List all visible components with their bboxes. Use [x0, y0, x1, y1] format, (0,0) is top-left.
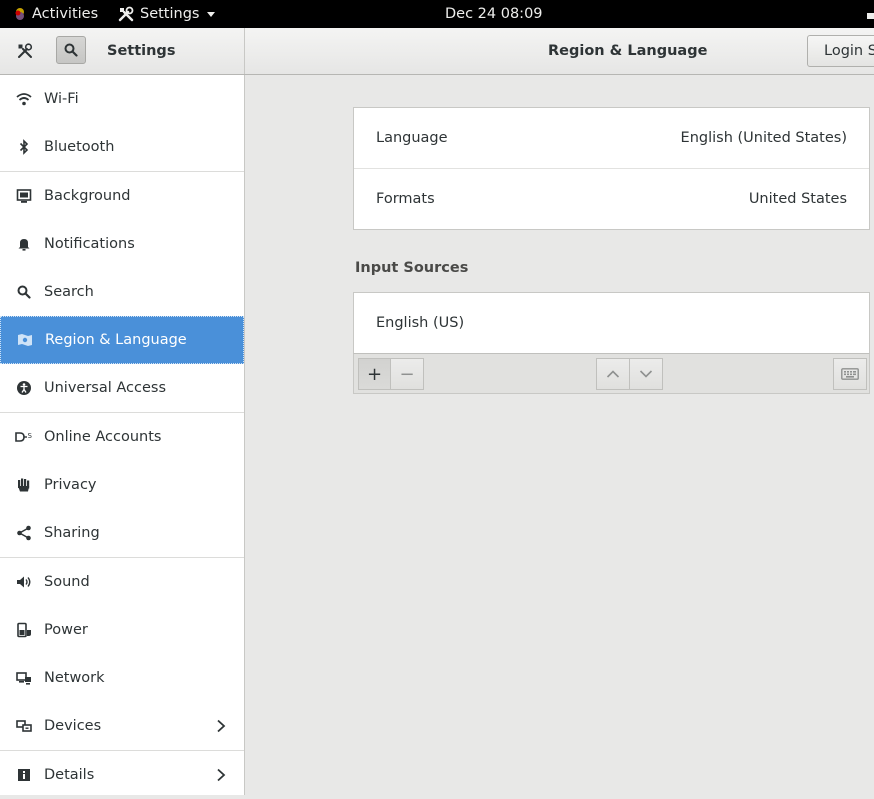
- activities-label: Activities: [32, 6, 99, 22]
- sidebar-item-network[interactable]: Network: [0, 654, 244, 702]
- region-icon: [16, 331, 34, 349]
- sidebar-item-universal-access[interactable]: Universal Access: [0, 364, 244, 412]
- chevron-down-icon: [639, 370, 653, 378]
- sidebar-item-label: Region & Language: [45, 332, 187, 348]
- language-value: English (United States): [680, 130, 847, 146]
- input-sources-heading: Input Sources: [355, 260, 469, 276]
- wifi-icon: [15, 90, 33, 108]
- power-icon: [15, 621, 33, 639]
- tools-icon: [12, 38, 38, 64]
- formats-row[interactable]: Formats United States: [354, 169, 869, 229]
- chevron-right-icon: [217, 768, 226, 782]
- search-toggle-button[interactable]: [56, 36, 86, 64]
- add-input-source-button[interactable]: +: [358, 358, 391, 390]
- system-tray-icon[interactable]: [866, 8, 874, 20]
- search-icon: [15, 283, 33, 301]
- input-sources-toolbar: + −: [353, 353, 870, 394]
- region-settings-card: Language English (United States) Formats…: [353, 107, 870, 230]
- clock[interactable]: Dec 24 08:09: [445, 0, 543, 28]
- login-screen-button[interactable]: Login Screen: [807, 35, 874, 67]
- formats-value: United States: [748, 191, 847, 207]
- sidebar-item-label: Privacy: [44, 477, 97, 493]
- sidebar-item-label: Details: [44, 767, 95, 783]
- input-source-label: English (US): [376, 315, 465, 331]
- sidebar-item-label: Online Accounts: [44, 429, 162, 445]
- chevron-down-icon: [207, 11, 216, 17]
- sidebar: Wi-Fi Bluetooth Background Notifications…: [0, 75, 245, 795]
- language-label: Language: [376, 130, 448, 146]
- input-source-row[interactable]: English (US): [354, 293, 869, 353]
- sidebar-item-label: Sharing: [44, 525, 100, 541]
- activities-button[interactable]: Activities: [14, 0, 98, 28]
- activities-logo-icon: [15, 8, 24, 20]
- bell-icon: [15, 235, 33, 253]
- bluetooth-icon: [15, 138, 33, 156]
- sidebar-item-label: Power: [44, 622, 88, 638]
- formats-label: Formats: [376, 191, 435, 207]
- accessibility-icon: [15, 379, 33, 397]
- sidebar-item-label: Bluetooth: [44, 139, 115, 155]
- speaker-icon: [15, 573, 33, 591]
- show-keyboard-layout-button[interactable]: [833, 358, 867, 390]
- input-sources-list: English (US): [353, 292, 870, 354]
- sidebar-item-privacy[interactable]: Privacy: [0, 461, 244, 509]
- sidebar-item-wifi[interactable]: Wi-Fi: [0, 75, 244, 123]
- app-menu-label: Settings: [140, 6, 200, 22]
- sidebar-item-region-language[interactable]: Region & Language: [0, 316, 244, 364]
- sidebar-item-power[interactable]: Power: [0, 606, 244, 654]
- sidebar-item-notifications[interactable]: Notifications: [0, 220, 244, 268]
- sidebar-item-sharing[interactable]: Sharing: [0, 509, 244, 557]
- sidebar-item-label: Universal Access: [44, 380, 167, 396]
- sidebar-item-details[interactable]: Details: [0, 751, 244, 799]
- info-icon: [15, 766, 33, 784]
- hand-icon: [15, 476, 33, 494]
- online-accounts-icon: S: [15, 428, 33, 446]
- remove-input-source-button[interactable]: −: [390, 358, 424, 390]
- sidebar-item-online-accounts[interactable]: S Online Accounts: [0, 413, 244, 461]
- sidebar-item-label: Devices: [44, 718, 102, 734]
- background-icon: [15, 187, 33, 205]
- svg-text:S: S: [28, 432, 33, 440]
- move-down-button[interactable]: [629, 358, 663, 390]
- header-sidebar-section: Settings: [0, 28, 245, 74]
- sidebar-item-label: Wi-Fi: [44, 91, 79, 107]
- settings-tools-icon: [118, 6, 134, 22]
- app-title: Settings: [107, 43, 176, 59]
- search-icon: [64, 43, 78, 57]
- sidebar-item-label: Search: [44, 284, 94, 300]
- language-row[interactable]: Language English (United States): [354, 108, 869, 168]
- move-up-button[interactable]: [596, 358, 630, 390]
- panel-title: Region & Language: [548, 43, 708, 59]
- sidebar-item-label: Notifications: [44, 236, 135, 252]
- devices-icon: [15, 717, 33, 735]
- sidebar-item-label: Sound: [44, 574, 90, 590]
- sidebar-item-sound[interactable]: Sound: [0, 558, 244, 606]
- app-menu[interactable]: Settings: [118, 0, 216, 28]
- chevron-up-icon: [606, 370, 620, 378]
- sidebar-item-devices[interactable]: Devices: [0, 702, 244, 750]
- sidebar-item-bluetooth[interactable]: Bluetooth: [0, 123, 244, 171]
- sidebar-item-label: Network: [44, 670, 105, 686]
- network-icon: [15, 669, 33, 687]
- header-bar: Settings Region & Language Login Screen: [0, 28, 874, 75]
- share-icon: [15, 524, 33, 542]
- sidebar-item-background[interactable]: Background: [0, 172, 244, 220]
- sidebar-item-label: Background: [44, 188, 131, 204]
- sidebar-item-search[interactable]: Search: [0, 268, 244, 316]
- top-bar: Activities Settings Dec 24 08:09: [0, 0, 874, 28]
- chevron-right-icon: [217, 719, 226, 733]
- keyboard-icon: [841, 368, 859, 380]
